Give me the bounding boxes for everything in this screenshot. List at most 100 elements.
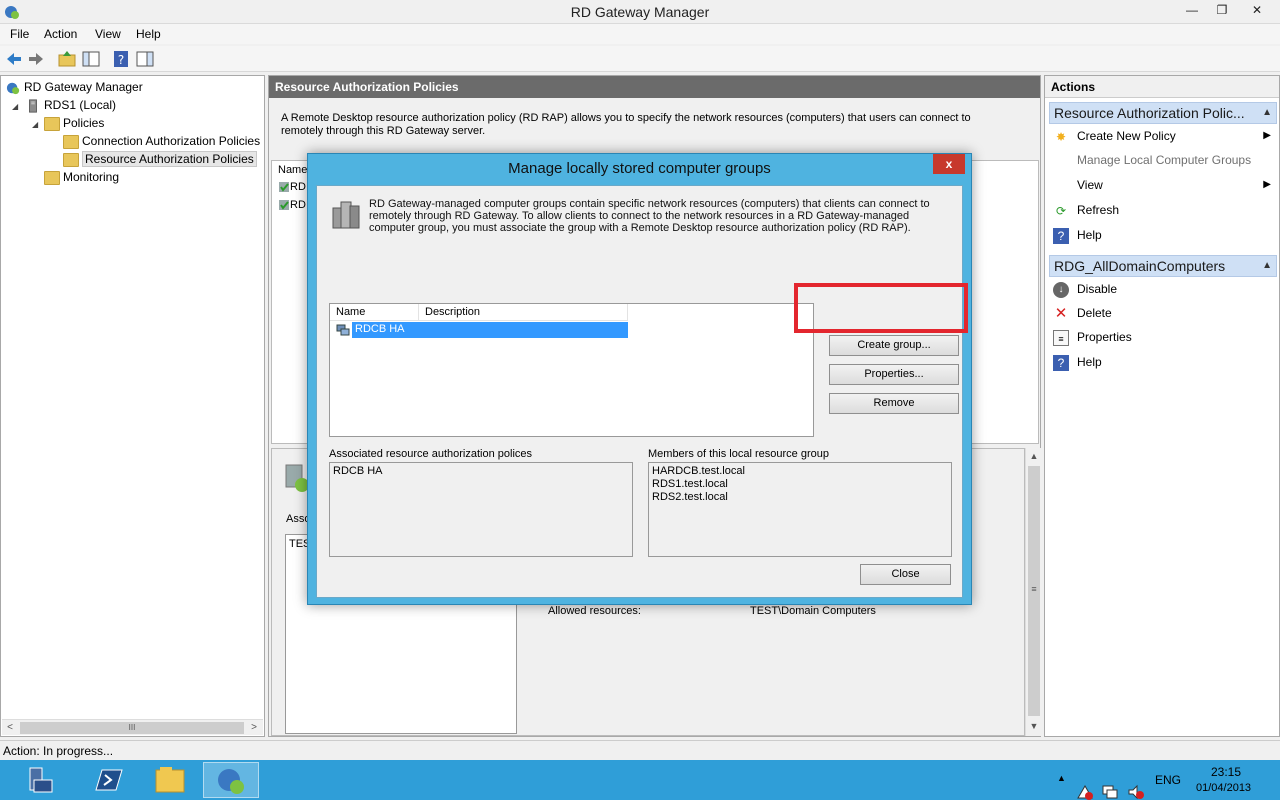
action-help[interactable]: ? Help bbox=[1053, 225, 1275, 245]
input-language-indicator[interactable]: ENG bbox=[1155, 773, 1181, 800]
annotation-highlight-box bbox=[794, 283, 968, 333]
action-view[interactable]: View ▶ bbox=[1053, 175, 1275, 195]
submenu-arrow-icon: ▶ bbox=[1263, 179, 1271, 190]
powershell-taskbar-button[interactable] bbox=[80, 762, 136, 798]
scroll-left-icon[interactable]: < bbox=[2, 720, 18, 736]
remove-button[interactable]: Remove bbox=[829, 393, 959, 414]
folder-icon bbox=[155, 767, 185, 793]
server-manager-icon bbox=[29, 767, 53, 793]
properties-button[interactable]: Properties... bbox=[829, 364, 959, 385]
tree-label: Monitoring bbox=[63, 170, 120, 184]
menu-file[interactable]: File bbox=[10, 27, 29, 41]
menu-view[interactable]: View bbox=[95, 27, 121, 41]
close-window-button[interactable]: ✕ bbox=[1237, 0, 1277, 20]
column-header-description[interactable]: Description bbox=[419, 304, 628, 321]
folder-icon bbox=[44, 116, 60, 131]
scroll-up-icon[interactable]: ▲ bbox=[1026, 448, 1042, 464]
tree-item-connection-authorization-policies[interactable]: Connection Authorization Policies bbox=[63, 132, 260, 150]
forward-arrow-icon[interactable] bbox=[26, 49, 46, 69]
list-item[interactable]: RD bbox=[278, 199, 306, 211]
tree-item-monitoring[interactable]: Monitoring bbox=[44, 168, 119, 186]
rd-gateway-taskbar-button[interactable] bbox=[203, 762, 259, 798]
help-icon[interactable]: ? bbox=[111, 49, 131, 69]
members-box[interactable]: HARDCB.test.local RDS1.test.local RDS2.t… bbox=[648, 462, 952, 557]
file-explorer-taskbar-button[interactable] bbox=[142, 762, 198, 798]
list-item[interactable]: RDCB HA bbox=[334, 322, 628, 338]
volume-muted-icon[interactable] bbox=[1127, 772, 1145, 800]
members-label: Members of this local resource group bbox=[648, 448, 829, 460]
clock-date[interactable]: 01/04/2013 bbox=[1196, 782, 1251, 800]
up-folder-icon[interactable] bbox=[57, 49, 77, 69]
console-tree[interactable]: RD Gateway Manager ◢ RDS1 (Local) ◢ Poli… bbox=[0, 75, 265, 737]
svg-text:?: ? bbox=[118, 53, 124, 67]
action-help-2[interactable]: ? Help bbox=[1053, 352, 1275, 372]
list-item: RDCB HA bbox=[333, 465, 383, 477]
scroll-right-icon[interactable]: > bbox=[246, 720, 262, 736]
back-arrow-icon[interactable] bbox=[4, 49, 24, 69]
tree-item-rd-gateway-manager[interactable]: RD Gateway Manager bbox=[5, 78, 143, 96]
status-bar: Action: In progress... bbox=[0, 740, 1280, 760]
list-item: HARDCB.test.local bbox=[652, 465, 745, 477]
dialog-body: RD Gateway-managed computer groups conta… bbox=[316, 185, 968, 598]
list-item[interactable]: RD bbox=[278, 181, 306, 193]
window-title: RD Gateway Manager bbox=[570, 4, 710, 20]
show-hidden-icons-button[interactable]: ▲ bbox=[1057, 773, 1066, 800]
create-group-button[interactable]: Create group... bbox=[829, 335, 959, 356]
dialog-description: RD Gateway-managed computer groups conta… bbox=[369, 198, 930, 234]
scroll-down-icon[interactable]: ▼ bbox=[1026, 718, 1042, 734]
results-pane-header: Resource Authorization Policies bbox=[269, 76, 1040, 98]
actions-section-resource-policies[interactable]: Resource Authorization Polic... ▲ bbox=[1049, 102, 1277, 124]
action-refresh[interactable]: ⟳ Refresh bbox=[1053, 200, 1275, 220]
maximize-button[interactable]: ❐ bbox=[1207, 0, 1237, 20]
manage-computer-groups-dialog: Manage locally stored computer groups x … bbox=[307, 153, 972, 605]
policy-icon bbox=[279, 200, 289, 211]
expand-arrow-icon[interactable]: ◢ bbox=[12, 102, 18, 111]
action-pane-icon[interactable] bbox=[135, 49, 155, 69]
action-delete[interactable]: ✕ Delete bbox=[1053, 303, 1275, 323]
collapse-icon[interactable]: ▲ bbox=[1262, 260, 1272, 271]
close-button[interactable]: Close bbox=[860, 564, 951, 585]
tree-item-rds1[interactable]: RDS1 (Local) bbox=[25, 96, 116, 114]
collapse-icon[interactable]: ▲ bbox=[1262, 107, 1272, 118]
list-item: RDS2.test.local bbox=[652, 491, 728, 503]
server-icon bbox=[29, 99, 37, 113]
menu-action[interactable]: Action bbox=[44, 27, 77, 41]
help-icon: ? bbox=[1053, 354, 1069, 371]
computer-group-icon bbox=[336, 324, 350, 336]
action-manage-local-computer-groups[interactable]: Manage Local Computer Groups bbox=[1053, 150, 1275, 170]
column-header-name[interactable]: Name bbox=[330, 304, 419, 321]
actions-section-rdg-alldomaincomputers[interactable]: RDG_AllDomainComputers ▲ bbox=[1049, 255, 1277, 277]
column-header-name[interactable]: Name bbox=[278, 164, 307, 176]
action-disable[interactable]: ↓ Disable bbox=[1053, 279, 1275, 299]
menu-bar: File Action View Help bbox=[0, 24, 1280, 44]
disable-icon: ↓ bbox=[1053, 281, 1069, 298]
tree-item-resource-authorization-policies[interactable]: Resource Authorization Policies bbox=[63, 150, 257, 168]
scroll-thumb[interactable]: ≡ bbox=[1028, 466, 1040, 716]
associated-policies-box[interactable]: RDCB HA bbox=[329, 462, 633, 557]
detail-vertical-scrollbar[interactable]: ▲ ≡ ▼ bbox=[1025, 448, 1041, 736]
action-properties[interactable]: ≡ Properties bbox=[1053, 327, 1275, 347]
folder-icon bbox=[63, 152, 79, 167]
dialog-close-button[interactable]: x bbox=[933, 154, 965, 174]
list-item: RDS1.test.local bbox=[652, 478, 728, 490]
rd-gateway-icon bbox=[6, 82, 20, 94]
action-create-new-policy[interactable]: ✸ Create New Policy ▶ bbox=[1053, 126, 1275, 146]
show-hide-tree-icon[interactable] bbox=[81, 49, 101, 69]
server-group-icon bbox=[332, 201, 360, 229]
tree-item-policies[interactable]: Policies bbox=[44, 114, 104, 132]
computer-group-list[interactable]: Name Description RDCB HA bbox=[329, 303, 814, 437]
network-icon[interactable] bbox=[1101, 772, 1119, 800]
tree-label: Resource Authorization Policies bbox=[82, 151, 257, 167]
scroll-thumb[interactable]: III bbox=[20, 722, 244, 734]
action-center-icon[interactable] bbox=[1076, 772, 1094, 800]
taskbar: ▲ ENG 23:15 01/04/2013 bbox=[0, 760, 1280, 800]
menu-help[interactable]: Help bbox=[136, 27, 161, 41]
minimize-button[interactable]: — bbox=[1177, 0, 1207, 20]
help-icon: ? bbox=[1053, 227, 1069, 244]
dialog-title: Manage locally stored computer groups bbox=[508, 160, 771, 177]
server-manager-taskbar-button[interactable] bbox=[14, 762, 70, 798]
tree-horizontal-scrollbar[interactable]: < III > bbox=[2, 719, 263, 735]
window-title-bar: RD Gateway Manager — ❐ ✕ bbox=[0, 0, 1280, 24]
expand-arrow-icon[interactable]: ◢ bbox=[32, 120, 38, 129]
status-text: Action: In progress... bbox=[3, 744, 114, 758]
